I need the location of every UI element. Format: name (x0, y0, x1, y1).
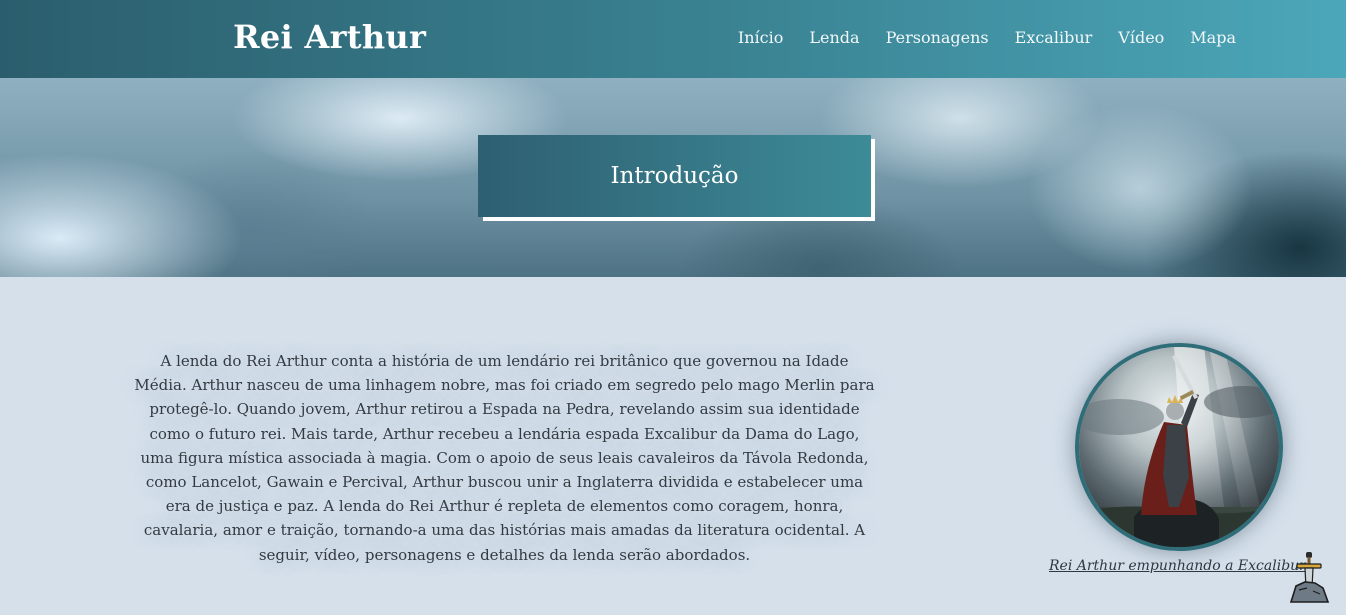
nav-link-mapa[interactable]: Mapa (1190, 28, 1236, 47)
hero-banner: Introdução (0, 78, 1346, 277)
portrait-caption-link[interactable]: Rei Arthur empunhando a Excalibur (1049, 558, 1306, 574)
nav-link-video[interactable]: Vídeo (1118, 28, 1164, 47)
nav-link-excalibur[interactable]: Excalibur (1015, 28, 1093, 47)
nav-link-lenda[interactable]: Lenda (809, 28, 859, 47)
intro-paragraph: A lenda do Rei Arthur conta a história d… (134, 352, 875, 564)
nav-link-personagens[interactable]: Personagens (886, 28, 989, 47)
top-navbar: Rei Arthur Início Lenda Personagens Exca… (0, 0, 1346, 78)
king-arthur-illustration (1079, 347, 1279, 547)
hero-title-box: Introdução (478, 135, 871, 217)
intro-section: A lenda do Rei Arthur conta a história d… (0, 277, 1346, 615)
king-arthur-portrait (1075, 343, 1283, 551)
sword-in-stone-icon[interactable] (1287, 550, 1331, 605)
main-nav: Início Lenda Personagens Excalibur Vídeo… (738, 28, 1236, 47)
site-brand[interactable]: Rei Arthur (233, 18, 426, 56)
section-title: Introdução (610, 163, 739, 189)
nav-link-inicio[interactable]: Início (738, 28, 783, 47)
